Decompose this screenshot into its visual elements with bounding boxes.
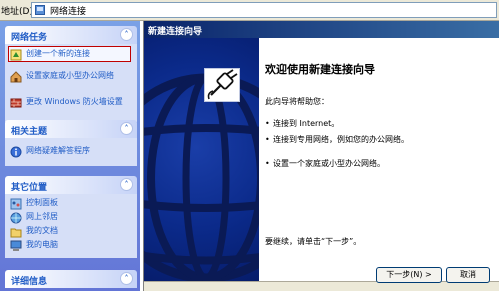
task-label: 更改 Windows 防火墙设置 bbox=[26, 97, 123, 106]
next-button[interactable]: 下一步(N) > bbox=[376, 267, 442, 283]
task-pane: 网络任务 ˄ 创建一个新的连接 设置家庭或小型办公网络 更改 Windows 防… bbox=[0, 21, 140, 291]
address-label: 地址(D) bbox=[1, 7, 33, 17]
address-bar: 地址(D) 网络连接 bbox=[0, 0, 499, 21]
other-places-title: 其它位置 bbox=[11, 183, 48, 193]
collapse-chevron-icon[interactable]: ˄ bbox=[120, 122, 133, 135]
new-connection-icon bbox=[10, 49, 22, 61]
connection-plug-icon bbox=[204, 68, 240, 102]
my-documents-icon bbox=[10, 228, 22, 238]
info-icon bbox=[10, 146, 22, 158]
task-label: 网络疑难解答程序 bbox=[26, 146, 90, 155]
bullet-text: 连接到专用网络，例如您的办公网络。 bbox=[273, 135, 409, 144]
my-computer-icon bbox=[10, 240, 22, 251]
bullet-text: 连接到 Internet。 bbox=[273, 119, 340, 128]
bullet-text: 设置一个家庭或小型办公网络。 bbox=[273, 159, 385, 168]
related-topics-body: 网络疑难解答程序 bbox=[5, 138, 137, 166]
details-title: 详细信息 bbox=[11, 277, 48, 287]
wizard-heading: 欢迎使用新建连接向导 bbox=[265, 63, 375, 76]
wizard-continue-text: 要继续，请单击“下一步”。 bbox=[265, 237, 362, 246]
wizard-bullet-home-network: • 设置一个家庭或小型办公网络。 bbox=[265, 159, 385, 168]
wizard-title: 新建连接向导 bbox=[148, 27, 203, 37]
address-path: 网络连接 bbox=[50, 7, 87, 17]
related-topics-header[interactable]: 相关主题 ˄ bbox=[5, 120, 137, 138]
network-tasks-header[interactable]: 网络任务 ˄ bbox=[5, 26, 137, 44]
collapse-chevron-icon[interactable]: ˄ bbox=[120, 272, 133, 285]
other-places-panel: 其它位置 ˄ 控制面板 网上邻居 我的文档 我的电脑 bbox=[5, 176, 137, 258]
wizard-banner bbox=[144, 38, 259, 281]
address-field[interactable]: 网络连接 bbox=[31, 2, 497, 18]
task-label: 网上邻居 bbox=[26, 212, 58, 221]
wizard-footer bbox=[144, 281, 499, 291]
related-topics-panel: 相关主题 ˄ 网络疑难解答程序 bbox=[5, 120, 137, 166]
wizard-intro: 此向导将帮助您： bbox=[265, 97, 329, 106]
network-tasks-panel: 网络任务 ˄ 创建一个新的连接 设置家庭或小型办公网络 更改 Windows 防… bbox=[5, 26, 137, 122]
control-panel-icon bbox=[10, 198, 22, 210]
new-connection-wizard: 新建连接向导 欢迎使用新建连接向导 此向导将帮助您： • 连接到 Internet… bbox=[143, 21, 499, 291]
related-topics-title: 相关主题 bbox=[11, 127, 48, 137]
task-label: 设置家庭或小型办公网络 bbox=[26, 71, 114, 80]
other-places-header[interactable]: 其它位置 ˄ bbox=[5, 176, 137, 194]
wizard-titlebar: 新建连接向导 bbox=[144, 21, 499, 38]
network-connections-icon bbox=[35, 5, 45, 15]
wizard-bullet-internet: • 连接到 Internet。 bbox=[265, 119, 340, 128]
network-places-icon bbox=[10, 212, 22, 224]
network-tasks-title: 网络任务 bbox=[11, 33, 48, 43]
task-label: 创建一个新的连接 bbox=[26, 49, 90, 58]
network-tasks-body: 创建一个新的连接 设置家庭或小型办公网络 更改 Windows 防火墙设置 bbox=[5, 44, 137, 122]
cancel-button[interactable]: 取消 bbox=[446, 267, 490, 283]
task-label: 我的文档 bbox=[26, 226, 58, 235]
other-places-body: 控制面板 网上邻居 我的文档 我的电脑 bbox=[5, 194, 137, 258]
wizard-bullet-private-network: • 连接到专用网络，例如您的办公网络。 bbox=[265, 135, 409, 144]
task-label: 我的电脑 bbox=[26, 240, 58, 249]
home-network-icon bbox=[10, 71, 22, 83]
firewall-icon bbox=[10, 98, 22, 108]
details-header[interactable]: 详细信息 ˄ bbox=[5, 270, 137, 288]
collapse-chevron-icon[interactable]: ˄ bbox=[120, 178, 133, 191]
task-label: 控制面板 bbox=[26, 198, 58, 207]
wizard-content: 欢迎使用新建连接向导 此向导将帮助您： • 连接到 Internet。 • 连接到专… bbox=[259, 38, 499, 281]
globe-graphic bbox=[144, 73, 259, 281]
details-panel: 详细信息 ˄ bbox=[5, 270, 137, 288]
collapse-chevron-icon[interactable]: ˄ bbox=[120, 28, 133, 41]
